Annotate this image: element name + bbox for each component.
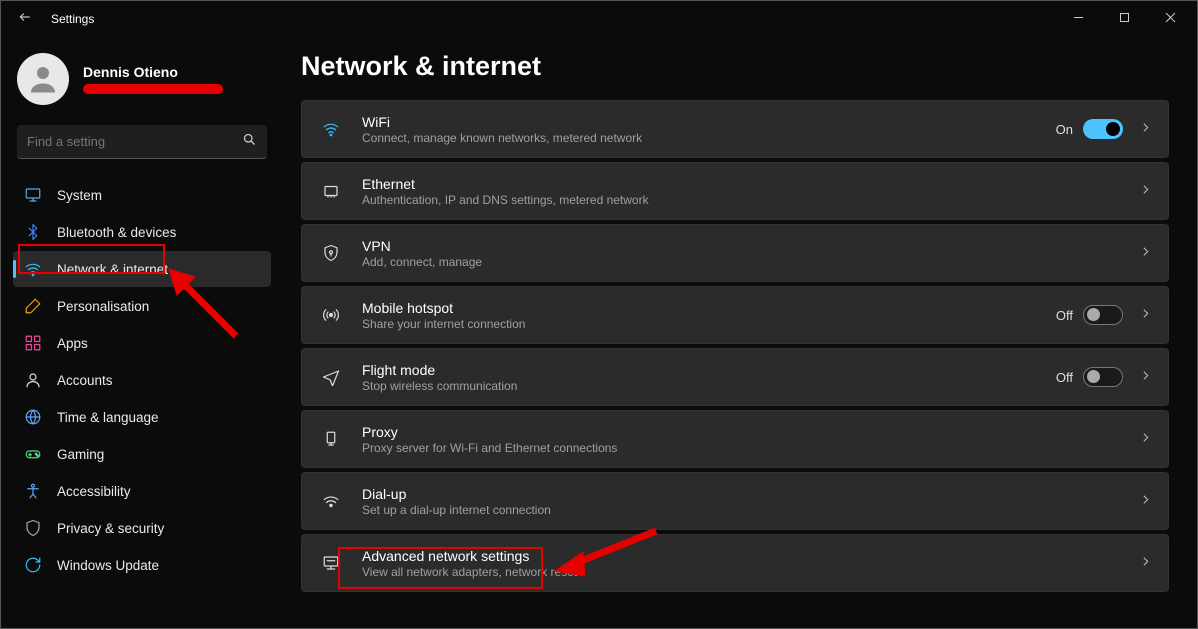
wifi-icon: [318, 120, 344, 138]
vpn-icon: [318, 244, 344, 262]
sidebar-item-label: Windows Update: [57, 558, 159, 573]
toggle-label: Off: [1056, 308, 1073, 323]
proxy-icon: [318, 430, 344, 448]
airplane-icon: [318, 368, 344, 386]
page-title: Network & internet: [301, 51, 1169, 82]
card-subtitle: Proxy server for Wi-Fi and Ethernet conn…: [362, 441, 1139, 455]
account-name: Dennis Otieno: [83, 64, 223, 80]
sidebar-item-accounts[interactable]: Accounts: [13, 362, 271, 398]
chevron-right-icon: [1139, 431, 1152, 447]
sidebar-item-label: Gaming: [57, 447, 104, 462]
card-subtitle: Set up a dial-up internet connection: [362, 503, 1139, 517]
sidebar-item-personalisation[interactable]: Personalisation: [13, 288, 271, 324]
setting-card-proxy[interactable]: ProxyProxy server for Wi-Fi and Ethernet…: [301, 410, 1169, 468]
bluetooth-icon: [23, 222, 43, 242]
setting-card-wifi[interactable]: WiFiConnect, manage known networks, mete…: [301, 100, 1169, 158]
card-subtitle: Add, connect, manage: [362, 255, 1139, 269]
card-title: WiFi: [362, 114, 1056, 130]
card-title: VPN: [362, 238, 1139, 254]
sidebar-item-label: Apps: [57, 336, 88, 351]
back-button[interactable]: [13, 10, 37, 28]
card-title: Proxy: [362, 424, 1139, 440]
monitor-icon: [23, 185, 43, 205]
wifi-icon: [23, 259, 43, 279]
search-input[interactable]: [27, 134, 242, 149]
ethernet-icon: [318, 182, 344, 200]
setting-card-mobile-hotspot[interactable]: Mobile hotspotShare your internet connec…: [301, 286, 1169, 344]
sidebar-item-label: Time & language: [57, 410, 159, 425]
shield-icon: [23, 518, 43, 538]
account-email-redacted: [83, 84, 223, 94]
dialup-icon: [318, 492, 344, 510]
sidebar-item-gaming[interactable]: Gaming: [13, 436, 271, 472]
gamepad-icon: [23, 444, 43, 464]
toggle-switch[interactable]: [1083, 367, 1123, 387]
card-subtitle: View all network adapters, network reset: [362, 565, 1139, 579]
apps-icon: [23, 333, 43, 353]
sidebar-item-label: Accounts: [57, 373, 113, 388]
setting-card-dial-up[interactable]: Dial-upSet up a dial-up internet connect…: [301, 472, 1169, 530]
sidebar-item-network-internet[interactable]: Network & internet: [13, 251, 271, 287]
sidebar-item-apps[interactable]: Apps: [13, 325, 271, 361]
setting-card-vpn[interactable]: VPNAdd, connect, manage: [301, 224, 1169, 282]
chevron-right-icon: [1139, 369, 1152, 385]
sidebar-item-windows-update[interactable]: Windows Update: [13, 547, 271, 583]
chevron-right-icon: [1139, 183, 1152, 199]
toggle-switch[interactable]: [1083, 305, 1123, 325]
sidebar-item-label: System: [57, 188, 102, 203]
sidebar-item-privacy-security[interactable]: Privacy & security: [13, 510, 271, 546]
avatar: [17, 53, 69, 105]
sidebar-item-accessibility[interactable]: Accessibility: [13, 473, 271, 509]
card-title: Ethernet: [362, 176, 1139, 192]
update-icon: [23, 555, 43, 575]
globe-clock-icon: [23, 407, 43, 427]
sidebar-item-label: Accessibility: [57, 484, 131, 499]
card-subtitle: Share your internet connection: [362, 317, 1056, 331]
setting-card-advanced-network-settings[interactable]: Advanced network settingsView all networ…: [301, 534, 1169, 592]
chevron-right-icon: [1139, 307, 1152, 323]
card-title: Flight mode: [362, 362, 1056, 378]
sidebar-item-bluetooth-devices[interactable]: Bluetooth & devices: [13, 214, 271, 250]
card-title: Mobile hotspot: [362, 300, 1056, 316]
advanced-icon: [318, 554, 344, 572]
card-subtitle: Connect, manage known networks, metered …: [362, 131, 1056, 145]
sidebar-item-label: Personalisation: [57, 299, 149, 314]
setting-card-ethernet[interactable]: EthernetAuthentication, IP and DNS setti…: [301, 162, 1169, 220]
setting-card-flight-mode[interactable]: Flight modeStop wireless communicationOf…: [301, 348, 1169, 406]
toggle-label: On: [1056, 122, 1073, 137]
account-block[interactable]: Dennis Otieno: [17, 53, 271, 105]
sidebar-item-label: Privacy & security: [57, 521, 164, 536]
maximize-button[interactable]: [1101, 1, 1147, 33]
card-subtitle: Authentication, IP and DNS settings, met…: [362, 193, 1139, 207]
accessibility-icon: [23, 481, 43, 501]
toggle-label: Off: [1056, 370, 1073, 385]
hotspot-icon: [318, 306, 344, 324]
minimize-button[interactable]: [1055, 1, 1101, 33]
sidebar-item-system[interactable]: System: [13, 177, 271, 213]
close-button[interactable]: [1147, 1, 1193, 33]
sidebar-item-label: Bluetooth & devices: [57, 225, 176, 240]
search-box[interactable]: [17, 125, 267, 159]
card-title: Advanced network settings: [362, 548, 1139, 564]
window-title: Settings: [51, 12, 94, 26]
sidebar-item-time-language[interactable]: Time & language: [13, 399, 271, 435]
chevron-right-icon: [1139, 245, 1152, 261]
search-icon: [242, 132, 257, 152]
sidebar-item-label: Network & internet: [57, 262, 168, 277]
brush-icon: [23, 296, 43, 316]
chevron-right-icon: [1139, 493, 1152, 509]
card-title: Dial-up: [362, 486, 1139, 502]
toggle-switch[interactable]: [1083, 119, 1123, 139]
card-subtitle: Stop wireless communication: [362, 379, 1056, 393]
chevron-right-icon: [1139, 121, 1152, 137]
person-icon: [23, 370, 43, 390]
chevron-right-icon: [1139, 555, 1152, 571]
